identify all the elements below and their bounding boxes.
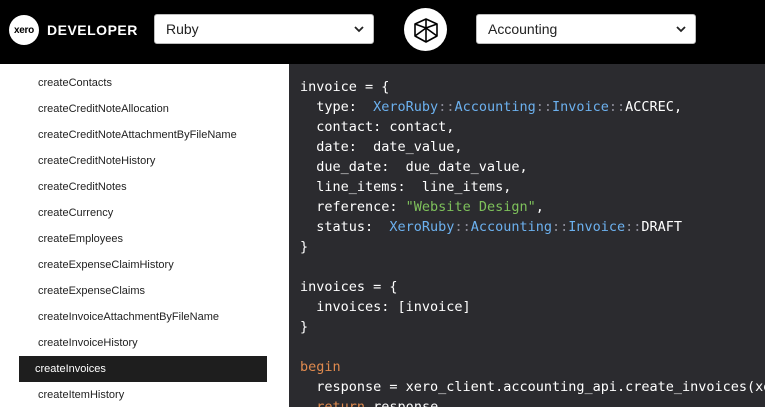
code-token: "Website Design" (405, 199, 536, 215)
code-line: due_date: due_date_value, (300, 157, 528, 177)
sidebar-item[interactable]: createContacts (38, 70, 112, 96)
sidebar-item[interactable]: createCreditNoteHistory (38, 148, 155, 174)
sidebar-item[interactable]: createExpenseClaimHistory (38, 252, 174, 278)
code-token: type: (300, 99, 374, 115)
code-sample-panel: invoice = { type: XeroRuby::Accounting::… (289, 64, 765, 407)
code-token: date: date_value, (300, 139, 463, 155)
code-token: Accounting (470, 219, 552, 235)
chevron-down-icon (354, 26, 364, 33)
sidebar-item-active[interactable]: createInvoices (19, 356, 267, 382)
code-token: Accounting (454, 99, 536, 115)
code-line: invoices: [invoice] (300, 297, 471, 317)
logo-text: DEVELOPER (47, 22, 138, 38)
code-token: response = xero_client.accounting_api.cr… (316, 379, 765, 395)
code-token: XeroRuby (373, 99, 439, 115)
sidebar-item[interactable]: createCreditNoteAllocation (38, 96, 169, 122)
code-token: contact: contact, (300, 119, 455, 135)
code-token: :: (625, 219, 642, 235)
code-line: invoices = { (300, 277, 398, 297)
code-token: reference: (300, 199, 406, 215)
code-line: contact: contact, (300, 117, 454, 137)
code-token: :: (551, 219, 569, 235)
code-token: invoices = { (300, 279, 398, 295)
code-token: Invoice (568, 219, 626, 235)
sidebar-item[interactable]: createItemHistory (38, 382, 124, 407)
code-line: begin (300, 357, 341, 377)
ruby-gem-icon (404, 8, 447, 51)
code-line: } (300, 237, 308, 257)
sidebar-item[interactable]: createCreditNoteAttachmentByFileName (38, 122, 237, 148)
api-select[interactable]: Accounting (476, 14, 696, 44)
code-token: Invoice (552, 99, 609, 115)
sidebar-gutter (267, 64, 288, 407)
sidebar-item[interactable]: createInvoiceAttachmentByFileName (38, 304, 219, 330)
chevron-down-icon (676, 26, 686, 33)
code-token: :: (454, 219, 471, 235)
code-token: due_date: due_date_value, (300, 159, 528, 175)
code-line: } (300, 317, 308, 337)
code-token: DRAFT (641, 219, 683, 235)
sidebar-item[interactable]: createCurrency (38, 200, 113, 226)
code-token: response (365, 399, 439, 407)
code-token: invoice = { (300, 79, 390, 95)
code-token: return (316, 399, 366, 407)
code-token: :: (438, 99, 455, 115)
code-line: response = xero_client.accounting_api.cr… (300, 377, 765, 397)
code-token: } (300, 239, 309, 255)
sidebar-item[interactable]: createCreditNotes (38, 174, 127, 200)
code-token: line_items: line_items, (300, 179, 512, 195)
code-token: , (535, 199, 544, 215)
xero-developer-logo[interactable]: xero DEVELOPER (9, 15, 138, 45)
code-token: } (300, 319, 309, 335)
code-line: return response (300, 397, 438, 407)
api-select-value: Accounting (488, 21, 558, 37)
ruby-gem-graphic (413, 17, 438, 43)
code-line: date: date_value, (300, 137, 463, 157)
language-select[interactable]: Ruby (154, 14, 374, 44)
sidebar-method-list: createContacts createCreditNoteAllocation… (0, 64, 288, 407)
language-select-value: Ruby (166, 21, 199, 37)
code-line: invoice = { (300, 77, 389, 97)
code-token: :: (608, 99, 626, 115)
code-line: status: XeroRuby::Accounting::Invoice::D… (300, 217, 682, 237)
code-token: :: (535, 99, 552, 115)
sidebar-item[interactable]: createInvoiceHistory (38, 330, 138, 356)
top-navigation-bar: xero DEVELOPER Ruby Accounting (0, 0, 765, 64)
sidebar-item[interactable]: createExpenseClaims (38, 278, 145, 304)
code-token: ACCREC, (625, 99, 683, 115)
code-token: begin (300, 359, 341, 375)
code-token: XeroRuby (389, 219, 455, 235)
code-line: reference: "Website Design", (300, 197, 544, 217)
code-line: type: XeroRuby::Accounting::Invoice::ACC… (300, 97, 682, 117)
sidebar-item[interactable]: createEmployees (38, 226, 123, 252)
code-line: line_items: line_items, (300, 177, 511, 197)
xero-logo-mark: xero (9, 15, 39, 45)
code-token: invoices: [invoice] (300, 299, 471, 315)
code-token: status: (300, 219, 390, 235)
